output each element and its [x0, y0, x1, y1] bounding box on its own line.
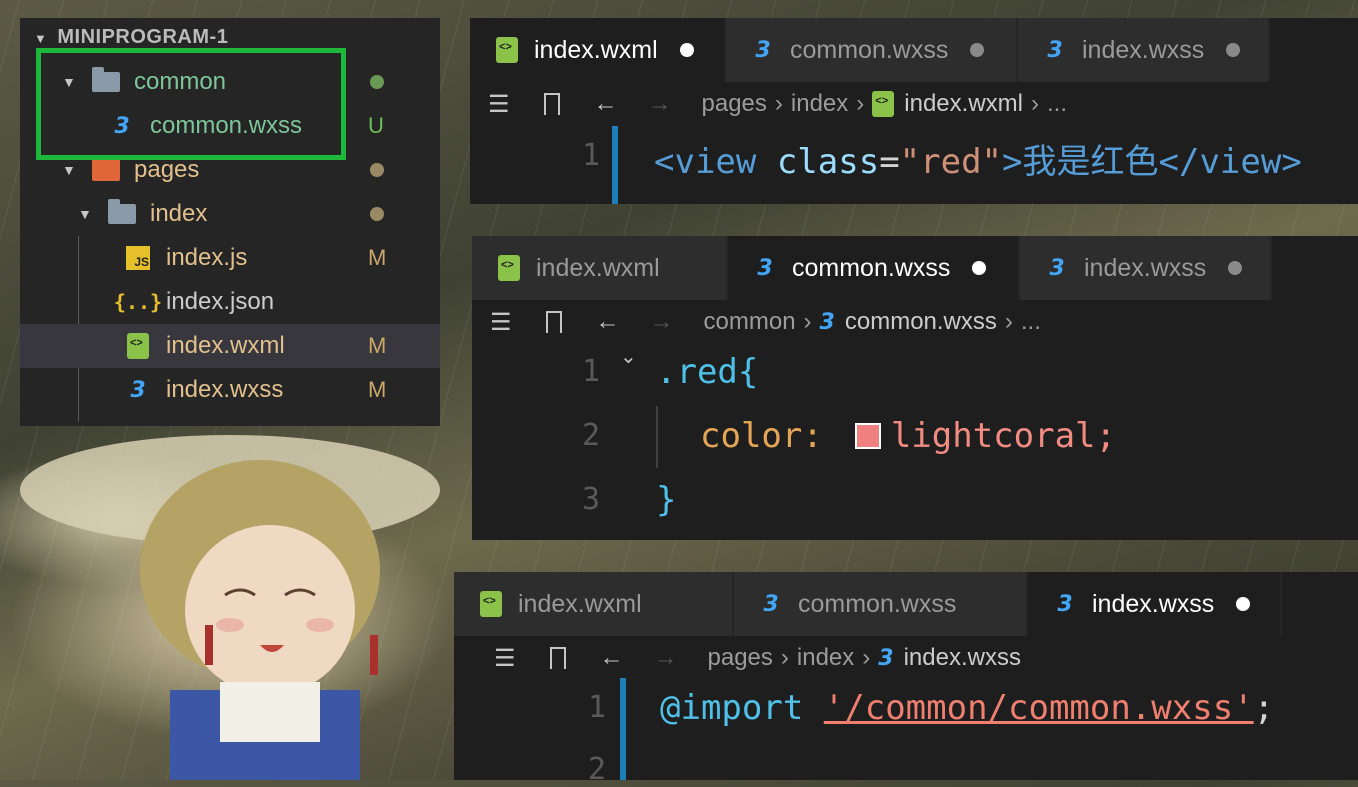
code-line[interactable]: }: [656, 480, 676, 520]
css-icon: 3: [755, 37, 771, 63]
tab-index-wxml[interactable]: index.wxml: [472, 236, 728, 300]
status-dot: [370, 163, 384, 177]
tree-item-index-js[interactable]: JS index.js M: [20, 236, 440, 280]
back-arrow-icon[interactable]: ←: [594, 90, 618, 118]
list-icon[interactable]: ☰: [494, 644, 516, 673]
js-icon: JS: [124, 244, 152, 272]
list-icon[interactable]: ☰: [488, 90, 510, 119]
current-line-indicator: [612, 126, 618, 204]
color-swatch[interactable]: [854, 423, 881, 449]
css-icon: 3: [878, 645, 894, 671]
css-icon: 3: [757, 255, 773, 281]
tab-bar: index.wxml 3 common.wxss 3 index.wxss: [454, 572, 1282, 636]
css-icon: 3: [130, 377, 146, 403]
chevron-right-icon: ›: [780, 644, 789, 671]
pages-folder-icon: [92, 156, 120, 184]
css-icon: 3: [819, 309, 835, 335]
bookmark-icon[interactable]: [549, 647, 566, 669]
list-icon[interactable]: ☰: [490, 308, 512, 337]
tab-index-wxml[interactable]: index.wxml: [454, 572, 734, 636]
back-arrow-icon[interactable]: ←: [600, 644, 624, 672]
tab-index-wxss[interactable]: 3 index.wxss: [1020, 236, 1272, 300]
unsaved-dot: [1228, 261, 1243, 275]
status-dot: [370, 207, 384, 221]
unsaved-dot: [679, 43, 694, 57]
code-line[interactable]: color: lightcoral;: [700, 416, 1116, 456]
tab-index-wxss[interactable]: 3 index.wxss: [1018, 18, 1270, 82]
tree-item-index-wxss[interactable]: 3 index.wxss M: [20, 368, 440, 412]
chevron-down-icon: ▼: [78, 206, 92, 222]
tab-common-wxss[interactable]: 3 common.wxss: [728, 236, 1020, 300]
breadcrumb: ☰ ← → pages › index › 3 index.wxss: [494, 644, 1021, 673]
wxml-icon: [872, 91, 895, 117]
tree-item-index-json[interactable]: {..} index.json: [20, 280, 440, 324]
editor-pane-index-wxss: index.wxml 3 common.wxss 3 index.wxss ☰ …: [454, 572, 1358, 787]
bookmark-icon[interactable]: [545, 311, 562, 333]
code-line[interactable]: @import '/common/common.wxss';: [660, 688, 1274, 728]
forward-arrow-icon[interactable]: →: [648, 90, 672, 118]
forward-arrow-icon[interactable]: →: [654, 644, 678, 672]
chevron-right-icon: ›: [856, 90, 865, 117]
wxml-icon: [478, 591, 504, 617]
indent-guide: [656, 406, 658, 468]
tab-bar: index.wxml 3 common.wxss 3 index.wxss: [472, 236, 1272, 300]
wxml-icon: [124, 332, 152, 360]
current-line-indicator: [620, 678, 626, 780]
explorer-header[interactable]: ▼ MINIPROGRAM-1: [34, 26, 228, 49]
tab-index-wxss[interactable]: 3 index.wxss: [1028, 572, 1282, 636]
chevron-right-icon: ›: [1030, 90, 1039, 117]
chevron-right-icon: ›: [1004, 308, 1013, 335]
breadcrumb: ☰ ← → common › 3 common.wxss › ...: [490, 308, 1041, 337]
unsaved-dot: [970, 43, 985, 57]
bookmark-icon[interactable]: [543, 93, 560, 115]
wxml-icon: [496, 255, 522, 281]
chevron-down-icon: ▼: [34, 31, 48, 46]
back-arrow-icon[interactable]: ←: [596, 308, 620, 336]
breadcrumb: ☰ ← → pages › index › index.wxml › ...: [470, 82, 1067, 126]
unsaved-dot: [1226, 43, 1241, 57]
code-line[interactable]: <view class="red">我是红色</view>: [654, 134, 1302, 183]
status-dot: [370, 75, 384, 89]
highlight-box: [36, 48, 346, 160]
tab-bar: index.wxml 3 common.wxss 3 index.wxss: [470, 18, 1270, 82]
unsaved-dot: [1236, 597, 1251, 611]
forward-arrow-icon[interactable]: →: [650, 308, 674, 336]
wxml-icon: [494, 37, 520, 63]
css-icon: 3: [1047, 37, 1063, 63]
json-icon: {..}: [113, 290, 163, 314]
unsaved-dot: [972, 261, 987, 275]
css-icon: 3: [1057, 591, 1073, 617]
tab-index-wxml[interactable]: index.wxml: [470, 18, 726, 82]
css-icon: 3: [1049, 255, 1065, 281]
chevron-down-icon: ▼: [62, 162, 76, 178]
editor-pane-index-wxml: index.wxml 3 common.wxss 3 index.wxss ☰ …: [470, 18, 1358, 204]
tab-common-wxss[interactable]: 3 common.wxss: [734, 572, 1028, 636]
chevron-right-icon: ›: [862, 644, 871, 671]
folder-icon: [108, 199, 136, 228]
editor-pane-common-wxss: index.wxml 3 common.wxss 3 index.wxss ☰ …: [472, 236, 1358, 540]
tree-item-index-folder[interactable]: ▼ index: [20, 192, 440, 236]
chevron-right-icon: ›: [803, 308, 812, 335]
tab-common-wxss[interactable]: 3 common.wxss: [726, 18, 1018, 82]
background-illustration: [20, 435, 440, 780]
fold-chevron-icon[interactable]: ⌄: [620, 344, 637, 369]
chevron-right-icon: ›: [774, 90, 783, 117]
code-line[interactable]: .red{: [656, 352, 758, 392]
css-icon: 3: [763, 591, 779, 617]
tree-item-index-wxml[interactable]: index.wxml M: [20, 324, 440, 368]
